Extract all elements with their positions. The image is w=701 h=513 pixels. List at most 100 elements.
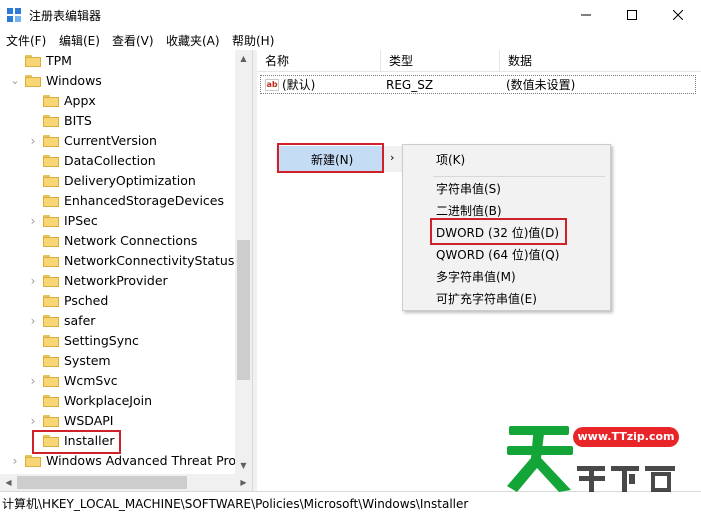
tree-item-label: WcmSvc [64,373,118,388]
tree-item[interactable]: › WSDAPI [0,411,235,431]
table-row[interactable] [260,75,696,94]
tree-item[interactable]: TPM [0,51,235,71]
tree-item[interactable]: › NetworkProvider [0,271,235,291]
collapsed-chevron-icon[interactable]: › [28,271,38,291]
tree-item[interactable]: DeliveryOptimization [0,171,235,191]
tree-item[interactable]: ⌄ Windows [0,71,235,91]
submenu-separator [433,176,605,177]
submenu-item-multi-string-value[interactable]: 多字符串值(M) [436,268,516,285]
tree-item-label: NetworkProvider [64,273,168,288]
collapsed-chevron-icon[interactable]: › [28,311,38,331]
column-header-name[interactable]: 名称 [257,50,381,72]
folder-icon [43,375,59,387]
tree-item[interactable]: EnhancedStorageDevices [0,191,235,211]
tree-item[interactable]: › Windows Advanced Threat Prote [0,451,249,471]
menu-file[interactable]: 文件(F) [6,32,46,49]
tree-item[interactable]: › WcmSvc [0,371,235,391]
scroll-right-arrow-icon[interactable]: ▶ [235,474,252,491]
registry-editor-app-icon [7,8,21,22]
submenu-arrow-icon: › [390,151,395,164]
menu-help[interactable]: 帮助(H) [232,32,274,49]
tree-item-label: Windows [46,73,102,88]
tree-item-label: DataCollection [64,153,156,168]
column-header-data[interactable]: 数据 [500,50,701,72]
scroll-down-arrow-icon[interactable]: ▼ [235,457,252,474]
scroll-thumb[interactable] [237,240,250,380]
menu-favorites[interactable]: 收藏夹(A) [166,32,220,49]
value-data-cell: (数值未设置) [506,78,576,92]
tree-item[interactable]: System [0,351,235,371]
menu-view[interactable]: 查看(V) [112,32,154,49]
folder-icon [43,235,59,247]
folder-icon [43,355,59,367]
tree-item-label: System [64,353,111,368]
tree-item[interactable]: Appx [0,91,235,111]
close-icon [672,9,684,21]
collapsed-chevron-icon[interactable]: › [10,451,20,471]
folder-icon [25,75,41,87]
tree-item[interactable]: NetworkConnectivityStatusInd [0,251,252,271]
window-title: 注册表编辑器 [29,9,102,23]
tree-item[interactable]: Network Connections [0,231,235,251]
menu-edit[interactable]: 编辑(E) [59,32,100,49]
tree-item[interactable]: › IPSec [0,211,235,231]
folder-icon [43,395,59,407]
tree-item[interactable]: SettingSync [0,331,235,351]
tree-item-label: WorkplaceJoin [64,393,153,408]
tree-item[interactable]: › CurrentVersion [0,131,235,151]
horizontal-scroll-thumb[interactable] [17,476,187,489]
tree-item-label: Psched [64,293,109,308]
tree-item-label: IPSec [64,213,98,228]
folder-icon [43,295,59,307]
status-path: 计算机\HKEY_LOCAL_MACHINE\SOFTWARE\Policies… [2,497,469,511]
tree-item[interactable]: Psched [0,291,235,311]
highlight-box-installer [32,430,121,454]
highlight-box-new [277,143,384,173]
folder-icon [43,255,59,267]
close-button[interactable] [655,0,701,30]
submenu-item-key[interactable]: 项(K) [436,151,465,168]
submenu-item-qword-value[interactable]: QWORD (64 位)值(Q) [436,246,559,263]
minimize-button[interactable] [563,0,609,30]
string-value-icon: ab [265,79,279,91]
collapsed-chevron-icon[interactable]: › [28,371,38,391]
collapsed-chevron-icon[interactable]: › [28,411,38,431]
watermark-url: www.TTzip.com [573,427,679,447]
tree-item[interactable]: › safer [0,311,235,331]
tree-item-label: BITS [64,113,92,128]
tree-horizontal-scrollbar[interactable]: ◀ ▶ [0,474,252,491]
folder-icon [43,315,59,327]
collapsed-chevron-icon[interactable]: › [28,131,38,151]
folder-icon [43,195,59,207]
tree-item[interactable]: BITS [0,111,235,131]
tree-item[interactable]: WorkplaceJoin [0,391,235,411]
submenu-item-binary-value[interactable]: 二进制值(B) [436,202,502,219]
maximize-icon [627,10,637,20]
collapsed-chevron-icon[interactable]: › [28,211,38,231]
scroll-left-arrow-icon[interactable]: ◀ [0,474,17,491]
tree-item-label: safer [64,313,96,328]
column-header-type[interactable]: 类型 [381,50,500,72]
registry-editor-window: 注册表编辑器 文件(F) 编辑(E) 查看(V) 收藏夹(A) 帮助(H) TP… [0,0,701,513]
tree-item-label: CurrentVersion [64,133,157,148]
tree-item[interactable]: DataCollection [0,151,235,171]
expanded-chevron-icon[interactable]: ⌄ [10,71,20,91]
tree-item-label: SettingSync [64,333,139,348]
folder-icon [43,175,59,187]
value-name-cell: (默认) [282,78,316,92]
submenu-item-string-value[interactable]: 字符串值(S) [436,180,501,197]
maximize-button[interactable] [609,0,655,30]
folder-icon [43,115,59,127]
folder-icon [43,135,59,147]
scroll-up-arrow-icon[interactable]: ▲ [235,50,252,67]
tree-vertical-scrollbar[interactable]: ▲ ▼ [235,50,252,474]
submenu-item-expandable-string-value[interactable]: 可扩充字符串值(E) [436,290,537,307]
folder-icon [25,455,41,467]
